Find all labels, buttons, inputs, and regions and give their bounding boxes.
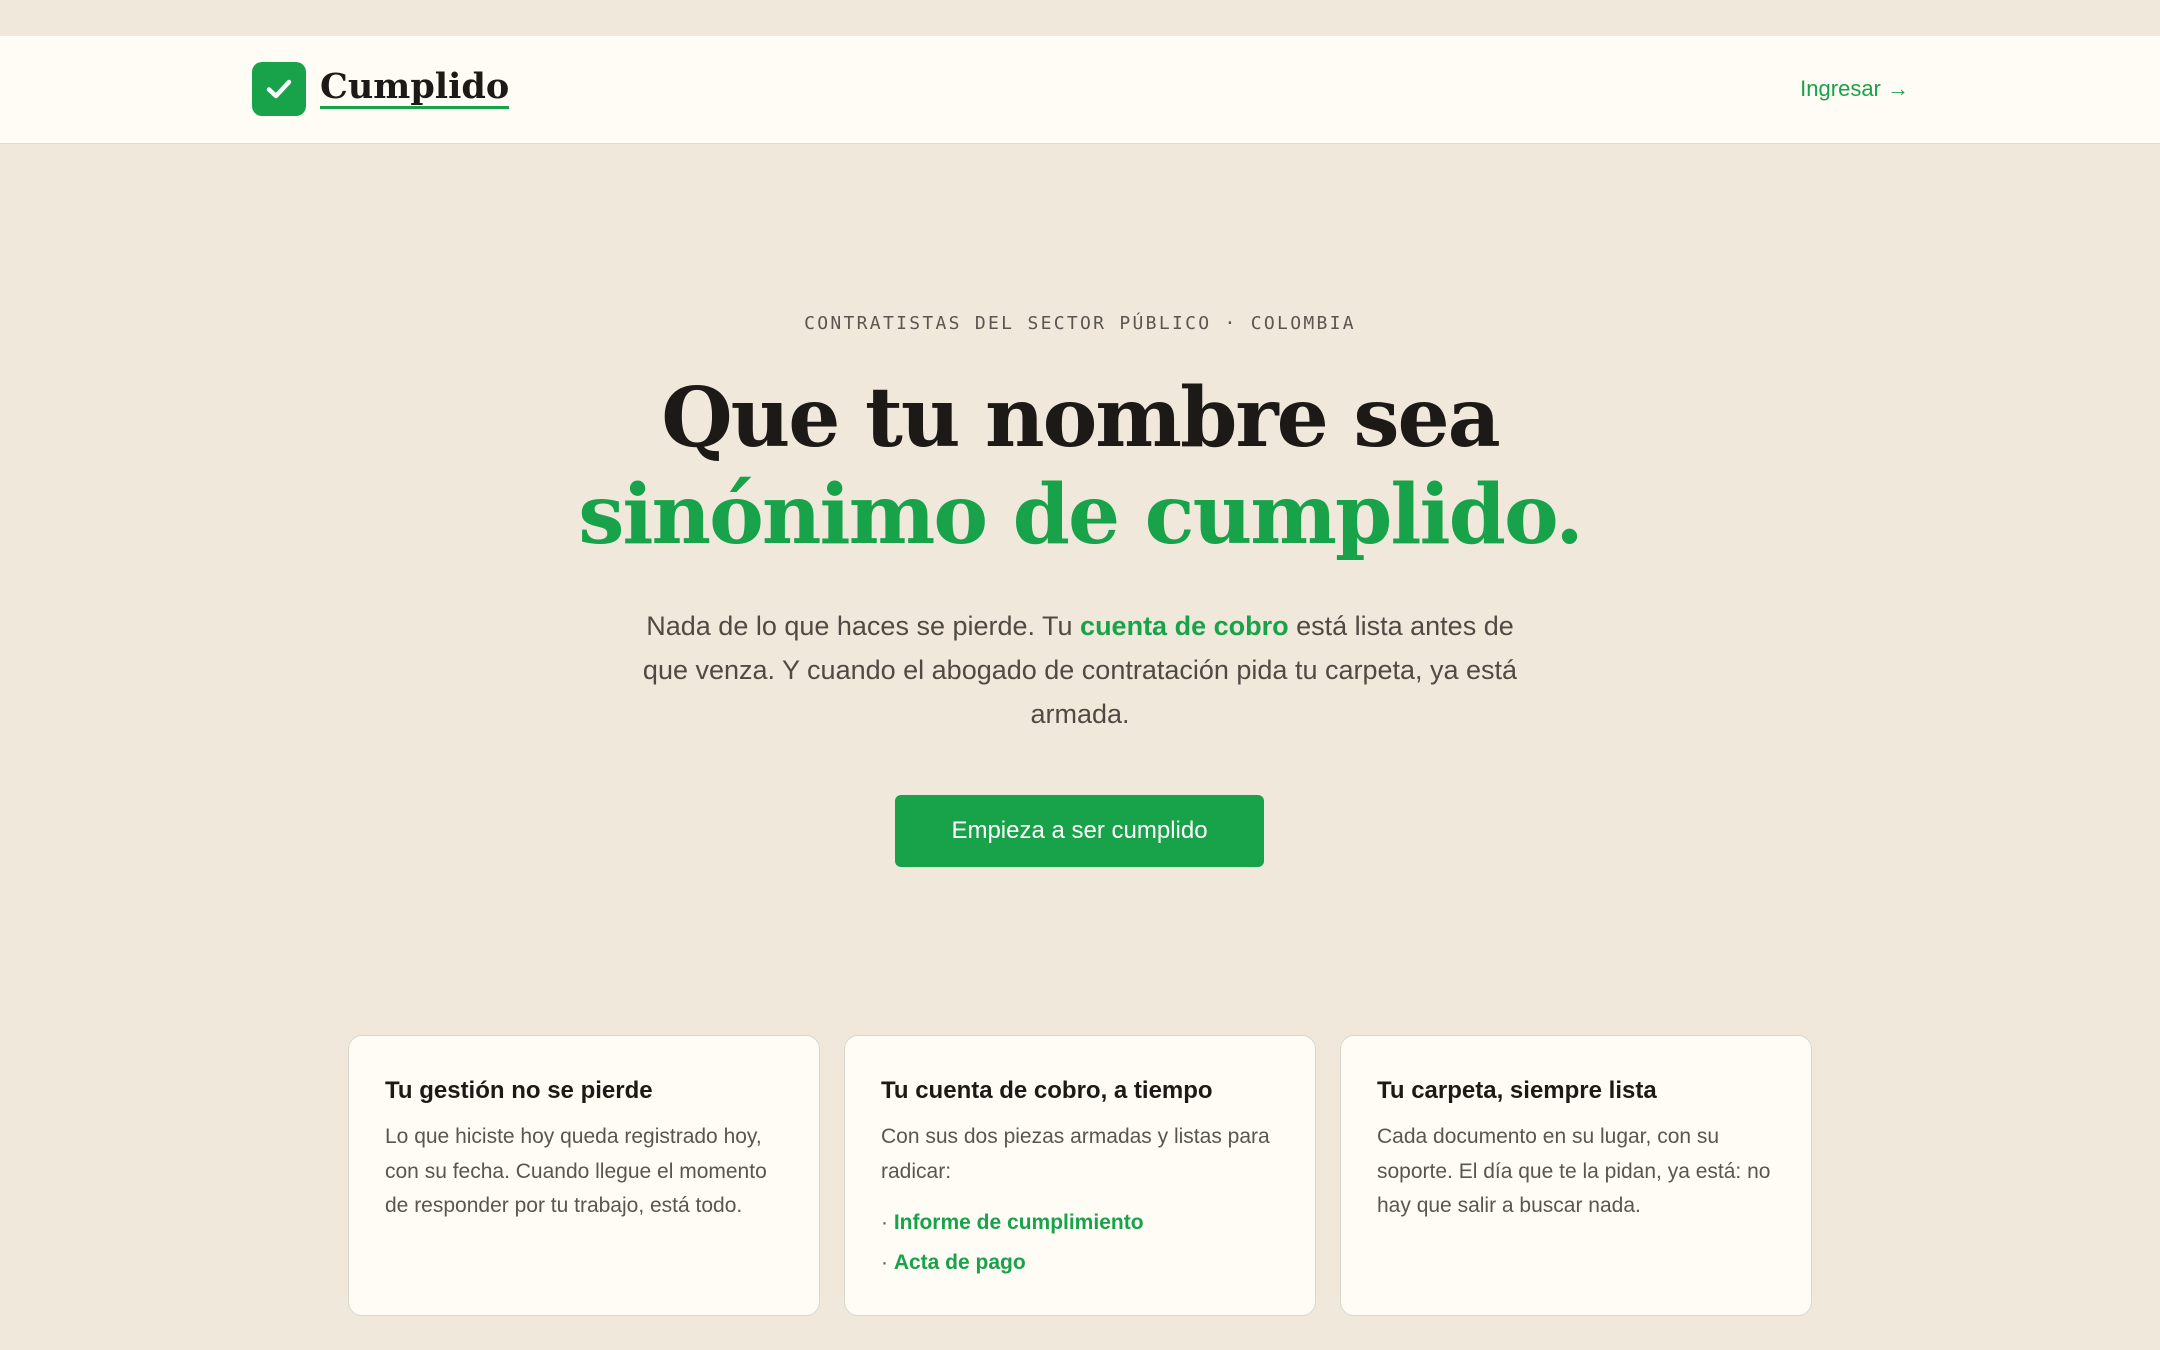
hero-headline-line2: sinónimo de cumplido.: [578, 467, 1584, 563]
feature-body: Lo que hiciste hoy queda registrado hoy,…: [385, 1125, 767, 1217]
hero-lead: Nada de lo que haces se pierde. Tu cuent…: [640, 604, 1520, 736]
feature-body: Cada documento en su lugar, con su sopor…: [1377, 1125, 1771, 1217]
hero-headline-line1: Que tu nombre sea: [661, 370, 1501, 466]
list-item-label: Informe de cumplimiento: [893, 1211, 1144, 1234]
feature-card-carpeta: Tu carpeta, siempre lista Cada documento…: [1340, 1035, 1812, 1316]
feature-list: · Informe de cumplimiento · Acta de pago: [881, 1203, 1279, 1283]
brand-name: Cumplido: [320, 66, 510, 109]
feature-body: Con sus dos piezas armadas y listas para…: [881, 1125, 1270, 1183]
feature-title: Tu gestión no se pierde: [385, 1077, 653, 1104]
list-item-label: Acta de pago: [893, 1251, 1026, 1274]
feature-card-cuenta-cobro: Tu cuenta de cobro, a tiempo Con sus dos…: [844, 1035, 1316, 1316]
lead-text-1: Nada de lo que haces se pierde. Tu: [646, 611, 1081, 641]
login-link[interactable]: Ingresar →: [1800, 76, 1909, 102]
feature-card-gestion: Tu gestión no se pierde Lo que hiciste h…: [348, 1035, 820, 1316]
hero-eyebrow: CONTRATISTAS DEL SECTOR PÚBLICO · COLOMB…: [804, 313, 1356, 334]
checkmark-icon: [252, 62, 306, 116]
feature-title: Tu carpeta, siempre lista: [1377, 1077, 1657, 1104]
brand-logo[interactable]: Cumplido: [252, 62, 510, 116]
list-item: · Acta de pago: [881, 1251, 1026, 1274]
lead-highlight: cuenta de cobro: [1080, 611, 1289, 641]
feature-title: Tu cuenta de cobro, a tiempo: [881, 1077, 1213, 1104]
list-item: · Informe de cumplimiento: [881, 1211, 1144, 1234]
start-button[interactable]: Empieza a ser cumplido: [895, 795, 1264, 867]
site-header: Cumplido Ingresar →: [0, 36, 2160, 144]
